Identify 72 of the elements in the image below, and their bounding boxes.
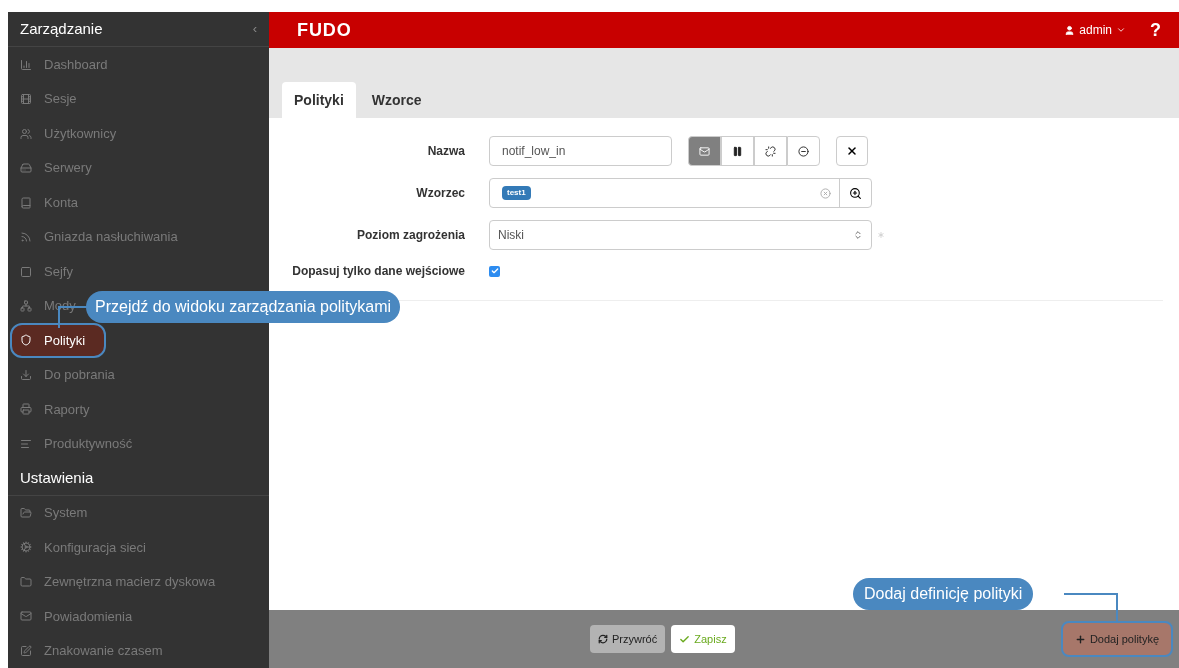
clear-icon[interactable] [820,187,831,199]
guide-tooltip: Przejdź do widoku zarządzania politykami [86,291,401,323]
zoom-icon[interactable] [849,186,862,200]
revert-button[interactable]: Przywróć [590,625,666,653]
sidebar-item[interactable]: Zewnętrzna macierz dyskowa [8,564,269,600]
tab[interactable]: Wzorce [359,82,434,118]
logo: FUDO [297,18,352,42]
level-select[interactable]: Niski [489,220,872,250]
tab[interactable]: Polityki [282,82,356,118]
sidebar-item[interactable]: Użytkownicy [8,116,269,151]
drive-icon [20,162,32,175]
add-policy-button[interactable]: Dodaj politykę [1060,621,1173,657]
select-arrows-icon [853,230,863,240]
sidebar-item[interactable]: Polityki [10,323,106,358]
film-icon [20,93,32,106]
sidebar-title: Zarządzanie [20,19,103,39]
envelope-icon [20,610,32,623]
guide-tooltip: Dodaj definicję polityki [853,578,1034,610]
user-menu[interactable]: admin [1064,21,1126,39]
sidebar-item[interactable]: Sesje [8,81,269,117]
field-label: Nazwa [426,143,465,160]
sidebar-item[interactable]: Serwery [8,150,269,186]
action-button[interactable] [721,136,754,166]
square-icon [20,265,32,278]
sidebar-item[interactable]: Do pobrania [8,357,269,393]
sidebar-item[interactable]: Konta [8,185,269,220]
printer-icon [20,403,32,416]
refresh-icon [598,634,608,644]
sidebar-item[interactable]: Raporty [8,392,269,427]
plus-icon [1074,633,1086,645]
input-only-checkbox[interactable] [489,265,500,277]
gear-icon [20,541,32,554]
name-field[interactable]: notif_low_in [489,136,672,166]
pattern-tag: test1 [502,186,531,200]
pause-icon [732,145,743,157]
field-label: Wzorzec [415,185,465,202]
field-label: Dopasuj tylko dane wejściowe [291,263,465,280]
sidebar-item[interactable]: Znakowanie czasem [8,633,269,668]
close-button[interactable] [836,136,868,166]
required-icon [876,230,886,240]
pattern-field[interactable]: test1 [489,178,872,208]
unlink-icon [765,145,776,157]
check-icon [679,633,691,645]
leader-line [1064,593,1119,621]
sidebar-item[interactable]: System [8,495,269,531]
lines-icon [20,437,32,450]
sidebar-item[interactable]: Powiadomienia [8,599,269,634]
sidebar-item[interactable]: Konfiguracja sieci [8,530,269,565]
chart-icon [20,58,32,71]
sidebar-item[interactable]: Dashboard [8,47,269,82]
section-title: Ustawienia [20,467,94,488]
envelope-icon [699,145,710,157]
folder-icon [20,575,32,588]
edit-icon [20,644,32,657]
close-icon [846,145,858,157]
save-button[interactable]: Zapisz [671,625,735,653]
network-icon [20,300,32,312]
users-icon [20,127,32,140]
minus-circle-icon [798,145,809,157]
collapse-button[interactable]: ‹ [252,19,257,39]
shield-icon [20,334,32,347]
field-label: Poziom zagrożenia [355,227,465,244]
sidebar-item[interactable]: Produktywność [8,426,269,462]
book-icon [20,196,32,209]
user-icon [1064,24,1076,36]
sidebar-item[interactable]: Sejfy [8,254,269,289]
caret-icon [1116,25,1126,35]
feed-icon [20,231,32,244]
sidebar-item[interactable]: Gniazda nasłuchiwania [8,219,269,255]
download-icon [20,369,32,381]
folder-icon [20,506,32,519]
help-button[interactable]: ? [1150,16,1161,44]
